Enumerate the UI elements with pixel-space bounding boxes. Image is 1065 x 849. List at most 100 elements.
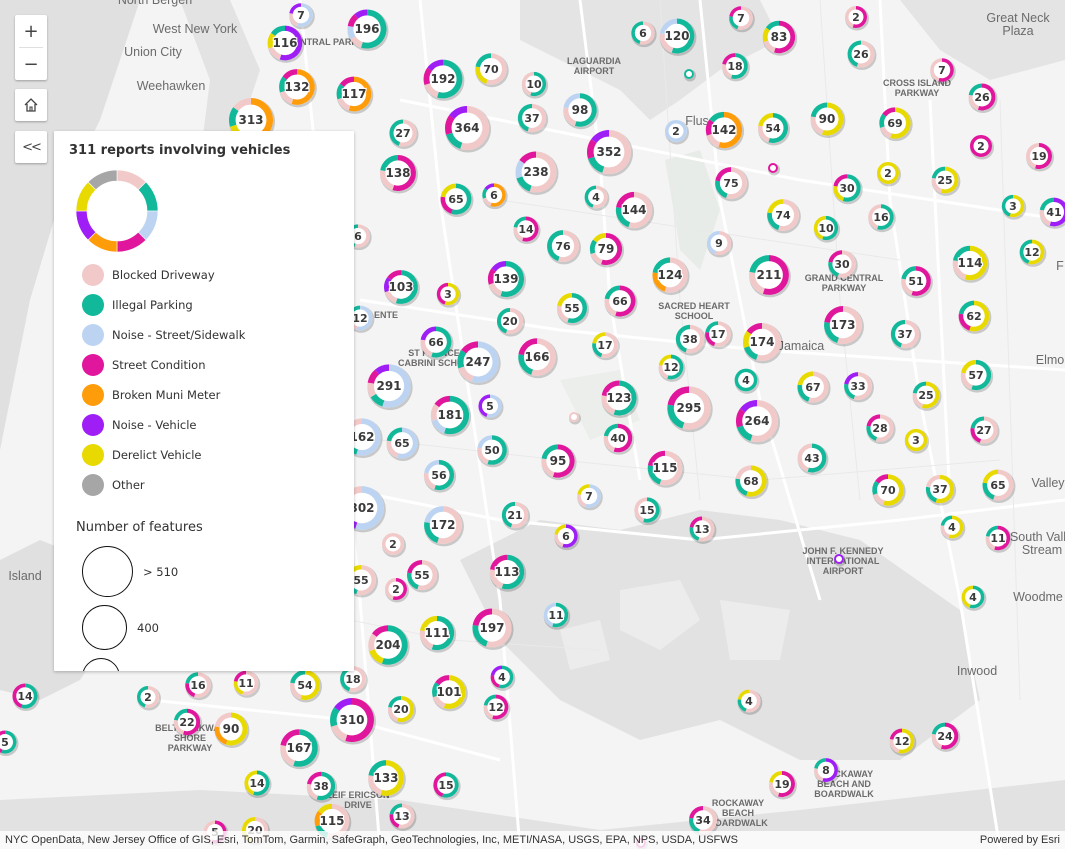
cluster-marker[interactable]: 15 <box>433 772 461 801</box>
cluster-marker[interactable]: 25 <box>912 381 942 411</box>
cluster-marker[interactable]: 33 <box>844 372 874 403</box>
cluster-marker[interactable]: 124 <box>652 257 690 296</box>
cluster-marker[interactable]: 114 <box>952 245 990 283</box>
cluster-marker[interactable]: 62 <box>958 300 992 334</box>
cluster-marker[interactable]: 144 <box>615 191 655 231</box>
cluster-marker[interactable]: 101 <box>432 675 468 712</box>
cluster-marker[interactable]: 103 <box>384 270 420 307</box>
cluster-marker[interactable]: 56 <box>423 459 457 493</box>
cluster-marker[interactable]: 117 <box>336 76 374 114</box>
cluster-marker[interactable]: 2 <box>384 578 409 603</box>
cluster-marker[interactable]: 51 <box>901 266 933 299</box>
cluster-marker[interactable]: 142 <box>705 111 745 151</box>
cluster-marker[interactable]: 54 <box>290 670 322 703</box>
cluster-marker[interactable]: 173 <box>824 306 864 347</box>
cluster-marker[interactable]: 70 <box>475 53 509 88</box>
cluster-marker[interactable]: 9 <box>706 230 734 258</box>
cluster-marker[interactable]: 123 <box>601 380 639 419</box>
cluster-marker[interactable]: 38 <box>675 324 707 356</box>
cluster-marker[interactable]: 14 <box>513 216 541 245</box>
cluster-marker[interactable]: 79 <box>589 232 625 268</box>
cluster-marker[interactable]: 204 <box>368 625 410 668</box>
cluster-marker[interactable]: 22 <box>173 708 203 738</box>
cluster-marker[interactable]: 7 <box>930 58 956 85</box>
powered-by-esri-link[interactable]: Powered by Esri <box>980 831 1060 849</box>
cluster-marker[interactable]: 15 <box>634 497 662 526</box>
cluster-marker[interactable]: 43 <box>797 443 829 475</box>
cluster-marker[interactable]: 111 <box>419 615 457 653</box>
cluster-marker[interactable]: 75 <box>715 167 749 202</box>
cluster-marker[interactable]: 115 <box>647 450 685 488</box>
zoom-in-button[interactable]: + <box>15 15 47 47</box>
cluster-marker[interactable]: 37 <box>890 319 922 351</box>
cluster-marker[interactable]: 27 <box>389 119 419 150</box>
cluster-marker[interactable]: 70 <box>872 474 906 509</box>
cluster-marker[interactable]: 30 <box>833 174 863 205</box>
cluster-marker[interactable]: 11 <box>985 525 1013 553</box>
cluster-marker[interactable]: 3 <box>1001 194 1027 220</box>
cluster-marker[interactable]: 67 <box>797 371 831 406</box>
cluster-marker[interactable]: 10 <box>813 215 841 243</box>
cluster-marker[interactable]: 37 <box>925 474 957 506</box>
cluster-marker[interactable]: 30 <box>828 250 858 281</box>
cluster-marker[interactable]: 20 <box>387 695 417 725</box>
collapse-legend-button[interactable]: << <box>15 131 47 163</box>
cluster-marker[interactable]: 18 <box>722 53 750 82</box>
cluster-marker[interactable]: 28 <box>866 414 896 445</box>
cluster-marker[interactable]: 174 <box>743 323 783 364</box>
cluster-marker[interactable]: 66 <box>604 285 638 320</box>
cluster-marker[interactable]: 196 <box>347 9 389 52</box>
cluster-marker[interactable]: 55 <box>406 559 440 593</box>
cluster-marker[interactable]: 65 <box>440 183 474 217</box>
cluster-marker[interactable]: 65 <box>386 427 420 461</box>
cluster-marker[interactable]: 10 <box>521 71 549 99</box>
cluster-marker[interactable]: 50 <box>477 435 509 468</box>
cluster-marker[interactable]: 83 <box>762 20 798 56</box>
cluster-marker[interactable]: 364 <box>444 106 491 153</box>
cluster-marker[interactable]: 76 <box>547 230 581 265</box>
cluster-marker[interactable]: 5 <box>478 394 504 421</box>
home-button[interactable] <box>15 89 47 121</box>
cluster-marker[interactable]: 37 <box>517 103 549 135</box>
cluster-marker[interactable]: 41 <box>1039 197 1065 229</box>
cluster-marker[interactable] <box>768 163 780 176</box>
cluster-marker[interactable]: 14 <box>244 770 272 799</box>
cluster-marker[interactable]: 264 <box>735 399 781 445</box>
cluster-marker[interactable]: 21 <box>501 501 531 531</box>
cluster-marker[interactable]: 16 <box>185 672 213 701</box>
cluster-marker[interactable]: 12 <box>658 354 686 382</box>
cluster-marker[interactable]: 192 <box>423 59 465 101</box>
cluster-marker[interactable]: 352 <box>587 130 633 177</box>
cluster-marker[interactable]: 5 <box>0 730 19 757</box>
cluster-marker[interactable]: 247 <box>457 341 501 386</box>
cluster-marker[interactable]: 133 <box>368 760 406 799</box>
cluster-marker[interactable]: 8 <box>814 758 840 785</box>
cluster-marker[interactable]: 54 <box>758 113 790 146</box>
cluster-marker[interactable]: 17 <box>705 321 733 350</box>
cluster-marker[interactable]: 74 <box>767 199 801 234</box>
cluster-marker[interactable]: 291 <box>367 364 413 411</box>
cluster-marker[interactable]: 65 <box>982 469 1016 503</box>
cluster-marker[interactable]: 7 <box>577 484 603 511</box>
cluster-marker[interactable]: 2 <box>877 162 901 187</box>
cluster-marker[interactable]: 27 <box>970 416 1000 447</box>
cluster-marker[interactable]: 167 <box>280 729 320 770</box>
cluster-marker[interactable]: 295 <box>667 386 713 433</box>
cluster-marker[interactable]: 238 <box>515 151 559 195</box>
cluster-marker[interactable]: 19 <box>769 771 797 800</box>
cluster-marker[interactable]: 11 <box>233 670 261 698</box>
cluster-marker[interactable]: 166 <box>518 338 558 379</box>
zoom-out-button[interactable]: − <box>15 48 47 80</box>
cluster-marker[interactable]: 19 <box>1026 143 1054 172</box>
cluster-marker[interactable]: 24 <box>931 722 961 752</box>
cluster-marker[interactable]: 6 <box>482 183 508 210</box>
cluster-marker[interactable]: 69 <box>879 107 913 142</box>
cluster-marker[interactable]: 4 <box>940 515 966 541</box>
cluster-marker[interactable]: 12 <box>483 694 511 722</box>
cluster-marker[interactable]: 66 <box>420 326 454 361</box>
cluster-marker[interactable]: 4 <box>584 185 610 211</box>
cluster-marker[interactable]: 95 <box>541 444 577 481</box>
cluster-marker[interactable]: 2 <box>382 533 406 558</box>
cluster-marker[interactable]: 2 <box>136 686 161 711</box>
cluster-marker[interactable]: 2 <box>845 6 869 31</box>
